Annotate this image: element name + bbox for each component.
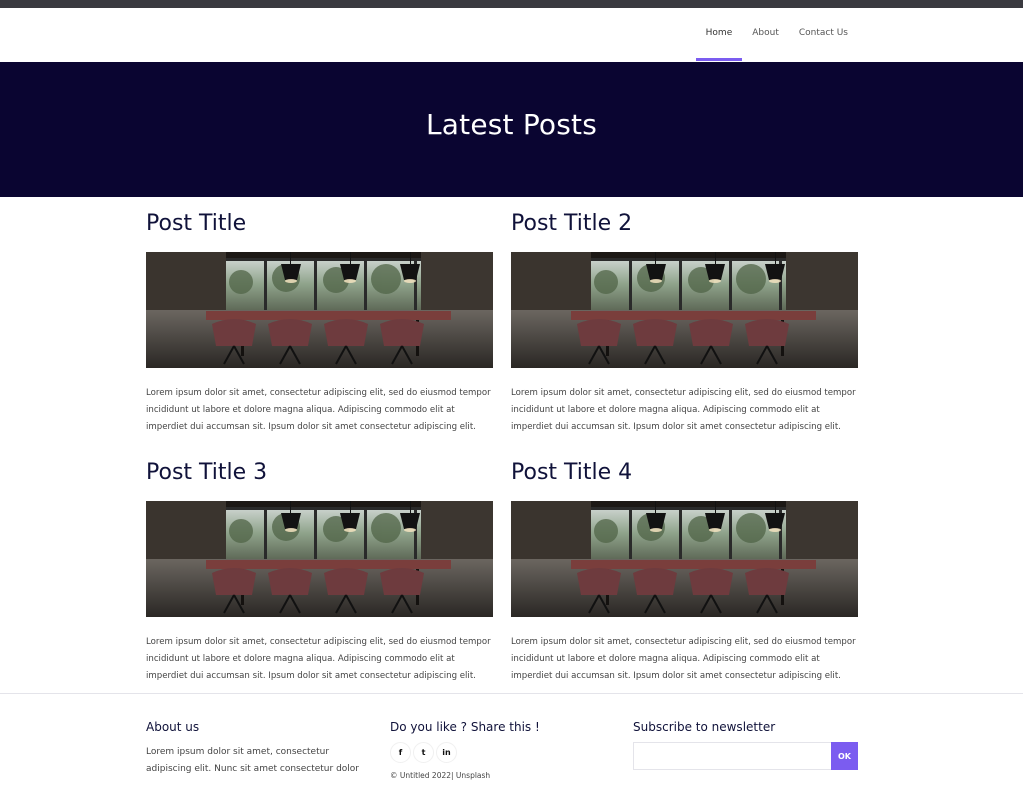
- nav-link-home[interactable]: Home: [695, 8, 743, 62]
- nav-link-contact[interactable]: Contact Us: [789, 8, 858, 62]
- footer-about: About us Lorem ipsum dolor sit amet, con…: [146, 720, 374, 778]
- linkedin-icon[interactable]: in: [436, 742, 457, 763]
- newsletter-submit-button[interactable]: OK: [831, 742, 858, 770]
- post-image[interactable]: [146, 252, 493, 368]
- post-excerpt: Lorem ipsum dolor sit amet, consectetur …: [511, 388, 856, 432]
- nav-link-about[interactable]: About: [742, 8, 789, 62]
- twitter-icon[interactable]: t: [413, 742, 434, 763]
- post-title[interactable]: Post Title: [146, 211, 246, 236]
- footer-share: Do you like ? Share this ! f t in © Unti…: [390, 720, 540, 780]
- hero-banner: Latest Posts: [0, 62, 1023, 197]
- post-image[interactable]: [511, 252, 858, 368]
- site-footer: About us Lorem ipsum dolor sit amet, con…: [0, 693, 1023, 796]
- footer-about-text: Lorem ipsum dolor sit amet, consectetur …: [146, 747, 360, 774]
- post-title[interactable]: Post Title 4: [511, 460, 632, 485]
- main-navbar: Home About Contact Us: [0, 8, 1023, 62]
- post-title[interactable]: Post Title 2: [511, 211, 632, 236]
- post-title[interactable]: Post Title 3: [146, 460, 267, 485]
- page-title: Latest Posts: [425, 108, 597, 141]
- post-excerpt: Lorem ipsum dolor sit amet, consectetur …: [511, 637, 856, 681]
- facebook-icon[interactable]: f: [390, 742, 411, 763]
- newsletter-email-input[interactable]: [633, 742, 831, 770]
- footer-share-heading: Do you like ? Share this !: [390, 720, 540, 734]
- nav-menu: Home About Contact Us: [695, 8, 858, 62]
- footer-newsletter: Subscribe to newsletter OK: [633, 720, 858, 770]
- social-links: f t in: [390, 742, 540, 763]
- post-image[interactable]: [146, 501, 493, 617]
- footer-about-heading: About us: [146, 720, 200, 734]
- newsletter-heading: Subscribe to newsletter: [633, 720, 776, 734]
- post-excerpt: Lorem ipsum dolor sit amet, consectetur …: [146, 637, 491, 681]
- post-image[interactable]: [511, 501, 858, 617]
- post-excerpt: Lorem ipsum dolor sit amet, consectetur …: [146, 388, 491, 432]
- newsletter-form: OK: [633, 742, 858, 770]
- copyright-text: © Untitled 2022| Unsplash: [390, 771, 491, 780]
- top-accent-bar: [0, 0, 1023, 8]
